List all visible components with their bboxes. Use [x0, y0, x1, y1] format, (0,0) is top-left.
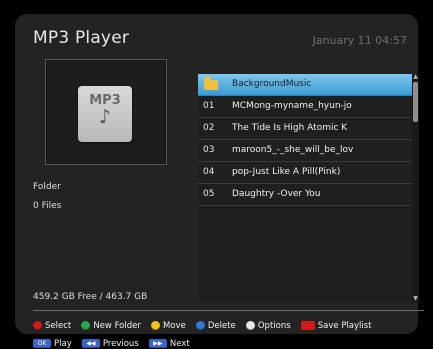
footer-actions-row-2: OK Play ◀◀ Previous ▶▶ Next — [33, 330, 195, 349]
list-item-name: pop-Just Like A Pill(Pink) — [232, 167, 341, 177]
list-item-index: 01 — [203, 101, 215, 111]
yellow-button-icon — [150, 321, 160, 330]
list-item-name: BackgroundMusic — [232, 79, 312, 89]
list-item-name: Daughtry -Over You — [232, 189, 321, 199]
album-art-box: MP3 ♪ — [45, 59, 167, 165]
list-item-index: 03 — [203, 145, 215, 155]
action-next[interactable]: ▶▶ Next — [148, 338, 190, 349]
footer-divider — [33, 310, 424, 311]
files-count: 0 Files — [33, 201, 62, 211]
mp3-icon: MP3 ♪ — [78, 86, 132, 142]
folder-icon — [204, 77, 218, 90]
action-label: Move — [162, 320, 186, 331]
green-button-icon — [81, 321, 91, 330]
list-item[interactable]: BackgroundMusic — [198, 74, 412, 96]
action-options[interactable]: Options — [245, 320, 291, 331]
action-new-folder[interactable]: New Folder — [81, 321, 141, 331]
list-item-index: 04 — [203, 167, 215, 177]
red-button-icon — [33, 321, 42, 330]
list-item[interactable]: 01 MCMong-myname_hyun-jo — [198, 96, 412, 118]
scroll-down-icon[interactable]: ▼ — [412, 296, 419, 302]
storage-status: 459.2 GB Free / 463.7 GB — [33, 292, 148, 302]
action-delete[interactable]: Delete — [195, 320, 236, 331]
blue-button-icon — [195, 321, 205, 330]
action-label: Save Playlist — [317, 320, 372, 331]
main-panel: MP3 Player January 11 04:57 MP3 ♪ Folder… — [15, 14, 424, 349]
list-item-index: 05 — [203, 189, 215, 199]
ok-key-icon: OK — [33, 339, 51, 348]
list-item[interactable]: 03 maroon5_-_she_will_be_lov — [198, 140, 412, 162]
footer-actions-row-1: Select New Folder Move Delete Options Sa… — [33, 315, 377, 331]
action-label: Play — [54, 338, 72, 349]
list-item-name: The Tide Is High Atomic K — [232, 123, 348, 133]
list-item[interactable]: 05 Daughtry -Over You — [198, 184, 412, 206]
action-save-playlist[interactable]: Save Playlist — [300, 320, 372, 331]
action-label: Delete — [207, 320, 236, 331]
action-label: Select — [45, 320, 72, 331]
list-item-name: MCMong-myname_hyun-jo — [232, 101, 352, 111]
action-move[interactable]: Move — [150, 320, 186, 331]
action-select[interactable]: Select — [33, 321, 71, 331]
rewind-key-icon: ◀◀ — [81, 339, 100, 348]
page-title: MP3 Player — [33, 28, 130, 48]
music-note-icon: ♪ — [98, 106, 112, 128]
action-label: New Folder — [93, 320, 141, 331]
list-item[interactable]: 02 The Tide Is High Atomic K — [198, 118, 412, 140]
forward-key-icon: ▶▶ — [148, 339, 167, 348]
action-label: Previous — [102, 338, 139, 349]
action-play[interactable]: OK Play — [33, 339, 72, 349]
file-list[interactable]: BackgroundMusic 01 MCMong-myname_hyun-jo… — [198, 74, 412, 302]
folder-label: Folder — [33, 182, 61, 192]
action-label: Options — [257, 320, 291, 331]
scroll-up-icon[interactable]: ▲ — [412, 74, 419, 80]
list-item-name: maroon5_-_she_will_be_lov — [232, 145, 354, 155]
scroll-thumb[interactable] — [413, 82, 418, 122]
list-item-index: 02 — [203, 123, 215, 133]
screen: MP3 Player January 11 04:57 MP3 ♪ Folder… — [0, 0, 433, 349]
action-previous[interactable]: ◀◀ Previous — [81, 338, 139, 349]
left-pane: MP3 ♪ — [25, 59, 195, 291]
white-button-icon — [245, 321, 255, 330]
list-item[interactable]: 04 pop-Just Like A Pill(Pink) — [198, 162, 412, 184]
red-key-icon — [300, 321, 315, 330]
action-label: Next — [169, 338, 190, 349]
datetime: January 11 04:57 — [312, 34, 407, 47]
